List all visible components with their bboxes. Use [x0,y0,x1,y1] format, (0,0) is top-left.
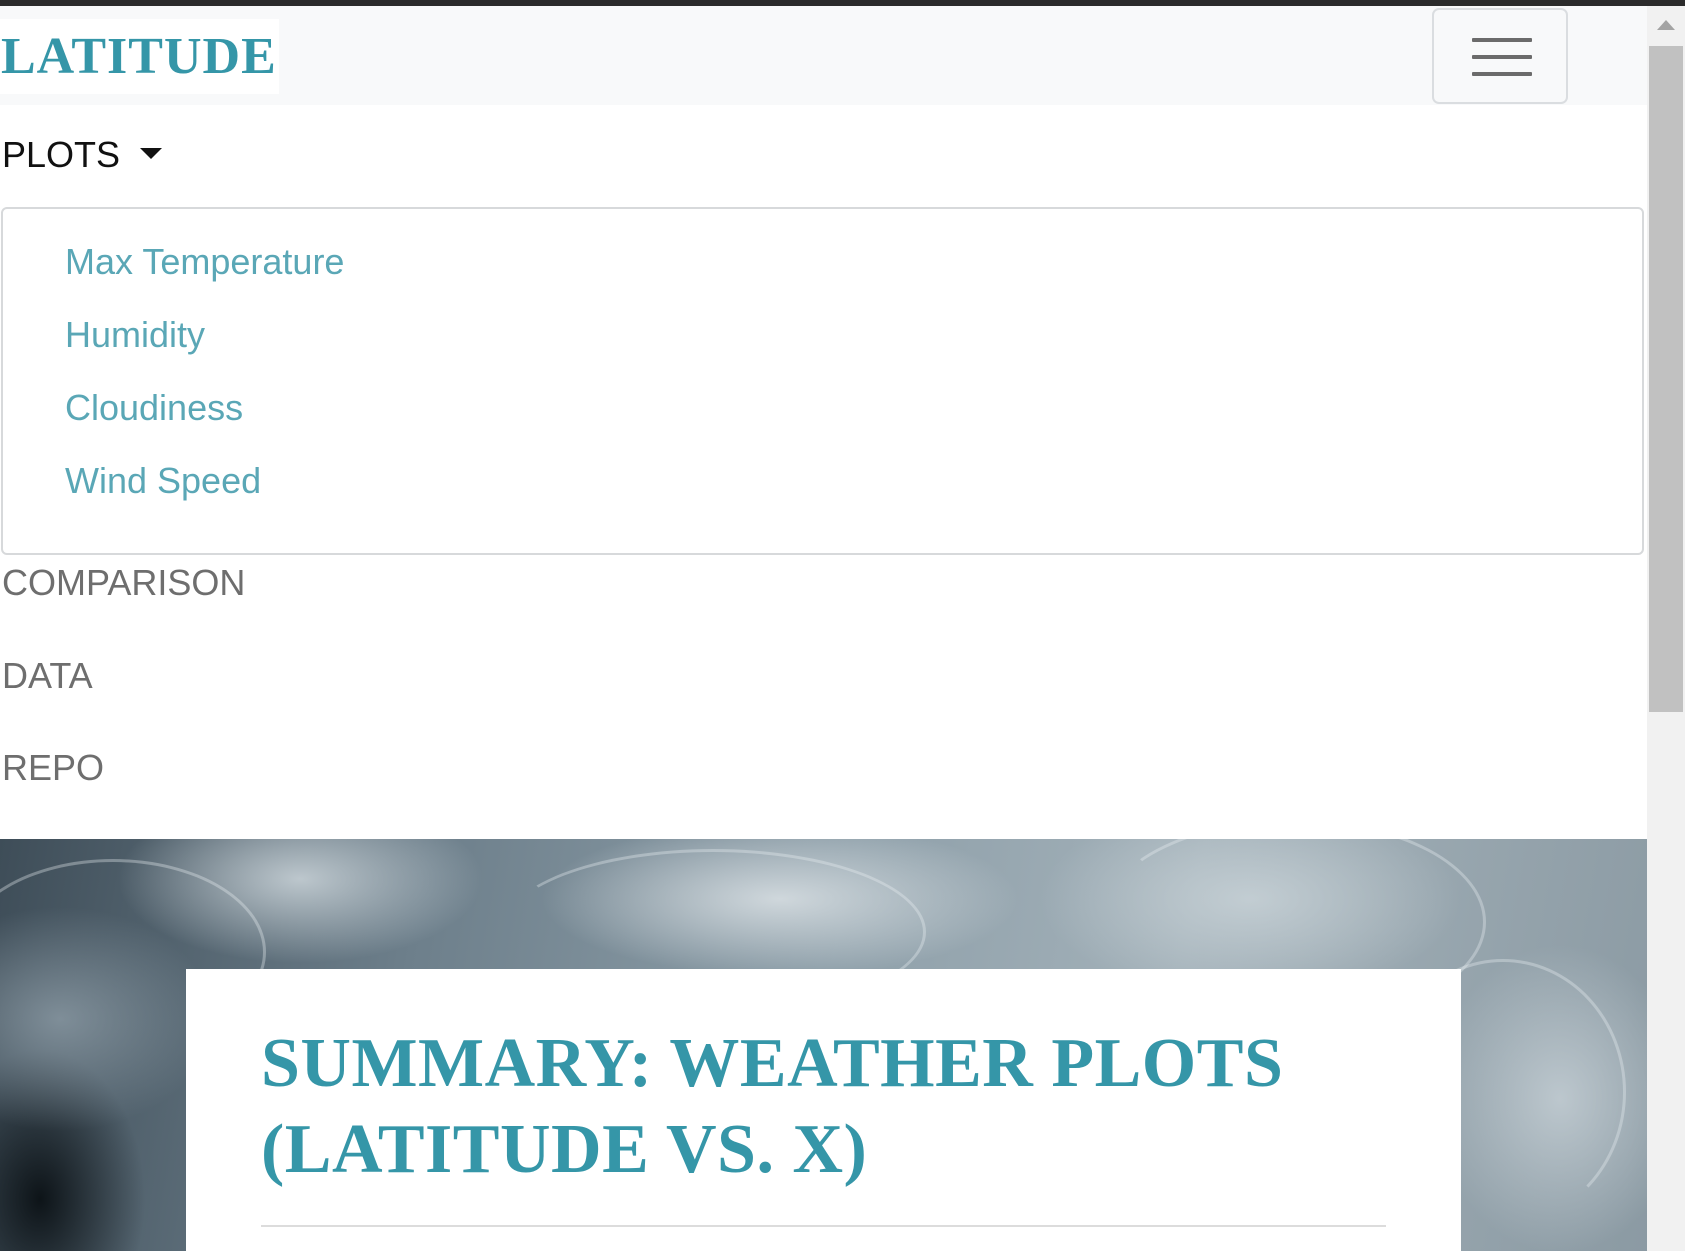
hamburger-menu-icon [1472,38,1532,42]
page-title-line-1: SUMMARY: WEATHER PLOTS [261,1025,1284,1102]
navbar-toggler-button[interactable] [1432,8,1568,104]
brand-logo[interactable]: LATITUDE [0,19,279,94]
plots-dropdown-menu: Max Temperature Humidity Cloudiness Wind… [1,207,1644,555]
scrollbar-thumb[interactable] [1649,46,1683,712]
nav-link-repo[interactable]: REPO [2,746,104,790]
divider [261,1225,1386,1227]
summary-card: SUMMARY: WEATHER PLOTS (LATITUDE VS. X) [186,969,1461,1251]
hamburger-menu-icon-bar [1472,55,1532,59]
page-title: SUMMARY: WEATHER PLOTS (LATITUDE VS. X) [261,1021,1361,1193]
dropdown-item-max-temperature[interactable]: Max Temperature [65,240,344,284]
hamburger-menu-icon-bar [1472,72,1532,76]
hero-smoke-background: SUMMARY: WEATHER PLOTS (LATITUDE VS. X) [0,839,1647,1251]
scroll-up-arrow-icon[interactable] [1657,20,1675,30]
nav-item-plots-dropdown-toggle[interactable]: PLOTS [2,133,163,177]
nav-link-data[interactable]: DATA [2,654,93,698]
dropdown-item-humidity[interactable]: Humidity [65,313,205,357]
page-title-line-2: (LATITUDE VS. X) [261,1111,868,1188]
nav-item-plots-label: PLOTS [2,134,121,175]
vertical-scrollbar[interactable] [1647,6,1685,1251]
nav-link-comparison[interactable]: COMPARISON [2,561,245,605]
page: LATITUDE PLOTS Max Temperature Humidity … [0,6,1647,1251]
navbar: LATITUDE [0,6,1647,105]
caret-down-icon [140,147,163,159]
dropdown-item-cloudiness[interactable]: Cloudiness [65,386,243,430]
dropdown-item-wind-speed[interactable]: Wind Speed [65,459,261,503]
